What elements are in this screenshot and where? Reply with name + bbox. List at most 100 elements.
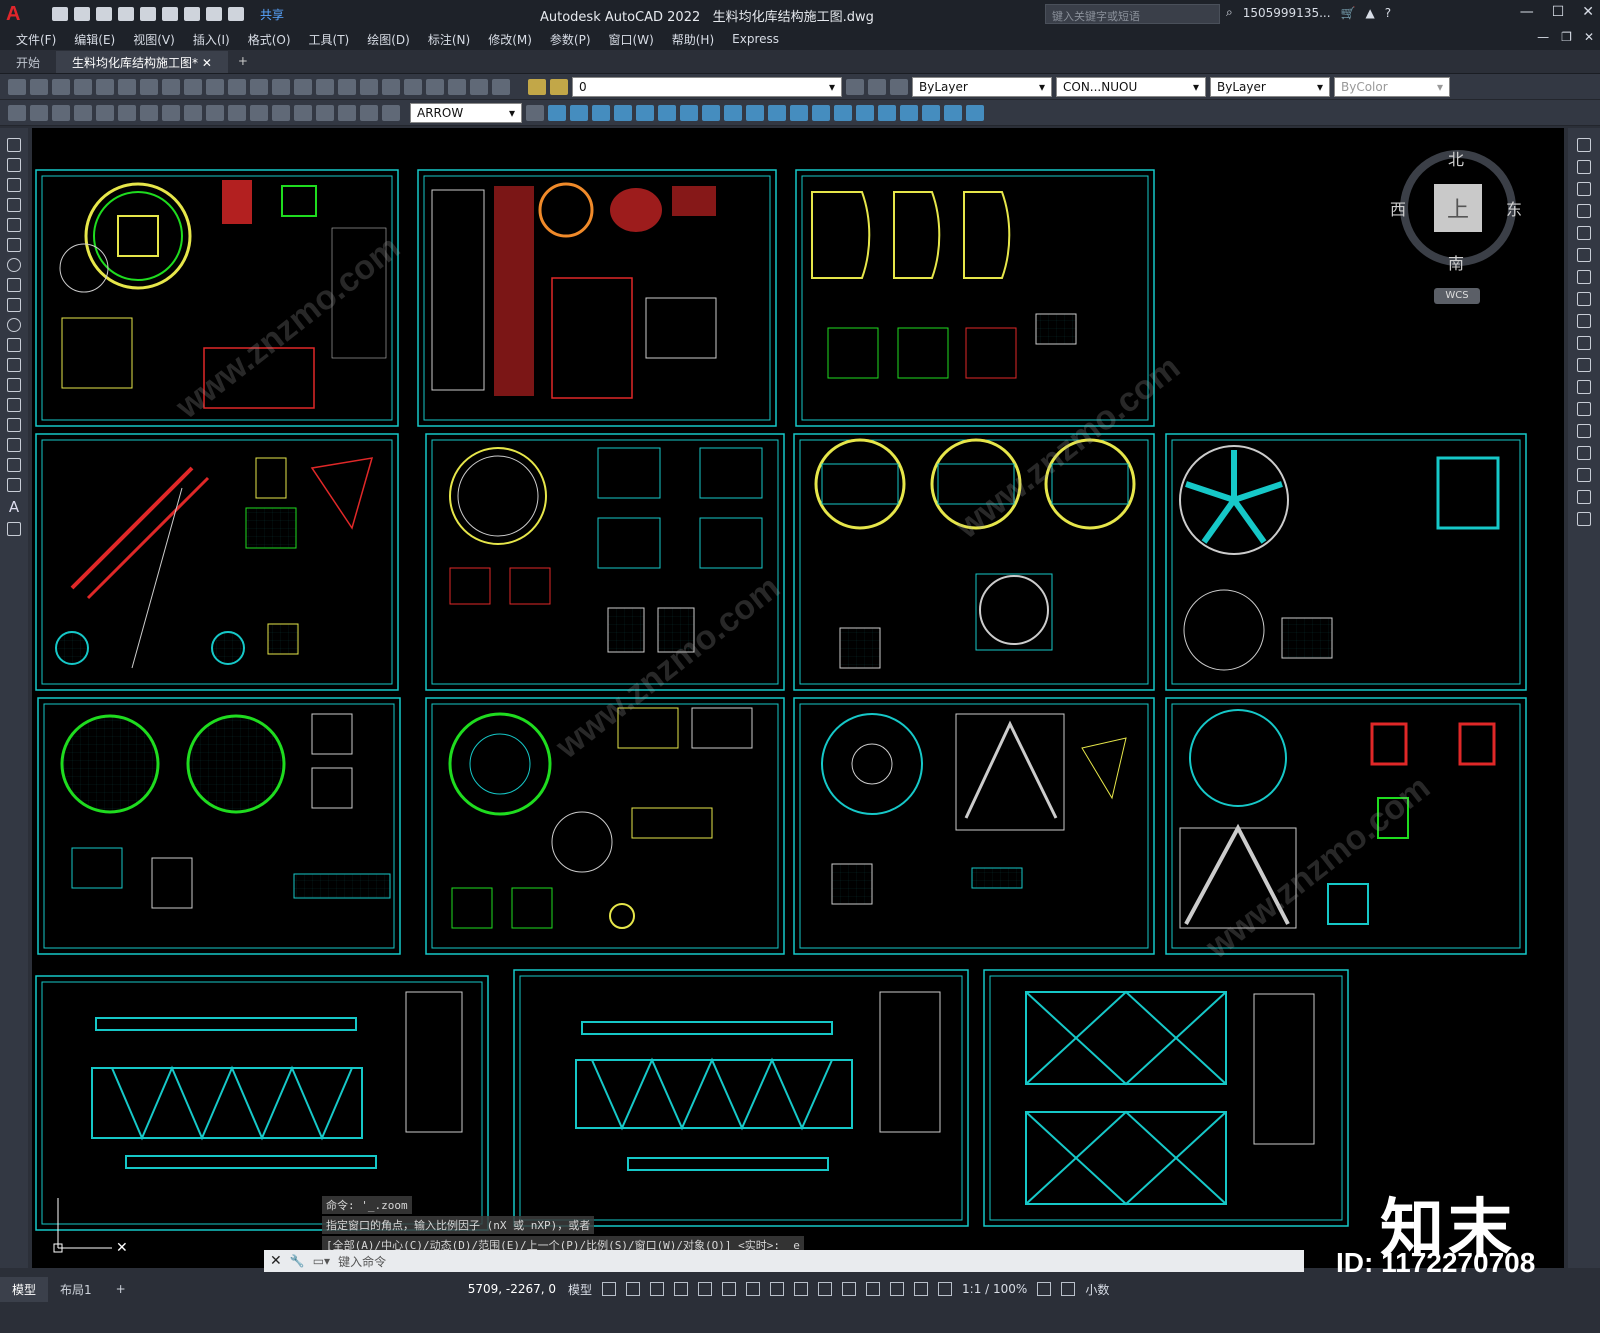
modify-trim-icon[interactable] [724, 104, 742, 121]
polygon-icon[interactable] [7, 198, 21, 212]
command-input[interactable]: 键入命令 [338, 1253, 386, 1270]
tolerance-icon[interactable] [272, 104, 290, 121]
fillet-icon[interactable] [1577, 468, 1591, 482]
wcs-menu[interactable]: WCS [1434, 288, 1480, 304]
viewcube-top-face[interactable]: 上 [1434, 184, 1482, 232]
modify-fillet-icon[interactable] [834, 104, 852, 121]
gizmo-icon[interactable] [890, 1282, 905, 1296]
compass-east[interactable]: 东 [1506, 196, 1522, 220]
auto-scale-icon[interactable] [938, 1282, 953, 1296]
inspection-icon[interactable] [316, 104, 334, 121]
menu-edit[interactable]: 编辑(E) [74, 31, 115, 48]
grid-icon[interactable] [602, 1282, 617, 1296]
modify-scale-icon[interactable] [680, 104, 698, 121]
osnap-icon[interactable] [698, 1282, 713, 1296]
sheet-2[interactable] [417, 169, 777, 427]
print-icon[interactable] [74, 78, 92, 95]
lineweight-dropdown[interactable]: ByLayer ▾ [1210, 76, 1330, 97]
linetype-dropdown[interactable]: CON...NUOU ▾ [1056, 76, 1206, 97]
add-selected-icon[interactable] [7, 522, 21, 536]
scale-icon[interactable] [1577, 292, 1591, 306]
save-icon[interactable] [96, 7, 112, 21]
tab-start[interactable]: 开始 [0, 51, 56, 73]
make-block-icon[interactable] [7, 378, 21, 392]
explode-icon[interactable] [1577, 512, 1591, 526]
sheet-10[interactable] [793, 697, 1155, 955]
open-web-icon[interactable] [140, 7, 156, 21]
new-tab-button[interactable]: + [228, 51, 258, 73]
otrack-icon[interactable] [722, 1282, 737, 1296]
dim-aligned-icon[interactable] [30, 104, 48, 121]
doc-minimize-button[interactable]: — [1537, 30, 1549, 44]
modify-explode-icon[interactable] [856, 104, 874, 121]
dim-update-icon[interactable] [382, 104, 400, 121]
region-icon[interactable] [7, 458, 21, 472]
gradient-icon[interactable] [7, 438, 21, 452]
mtext-icon[interactable]: A [9, 498, 19, 516]
dim-arc-icon[interactable] [52, 104, 70, 121]
sheet-6[interactable] [793, 433, 1155, 691]
mirror-icon[interactable] [1577, 182, 1591, 196]
undo-icon[interactable] [206, 7, 222, 21]
match-prop-icon[interactable] [206, 78, 224, 95]
zoom-previous-icon[interactable] [338, 78, 356, 95]
move-icon[interactable] [1577, 248, 1591, 262]
extend-icon[interactable] [1577, 358, 1591, 372]
modify-mirror-icon[interactable] [570, 104, 588, 121]
modify-stretch-icon[interactable] [702, 104, 720, 121]
copy-object-icon[interactable] [1577, 160, 1591, 174]
rotate-icon[interactable] [1577, 270, 1591, 284]
sheet-7[interactable] [1165, 433, 1527, 691]
dim-linear-icon[interactable] [8, 104, 26, 121]
tab-close-icon[interactable]: ✕ [202, 56, 212, 70]
coordinates-readout[interactable]: 5709, -2267, 0 [468, 1282, 556, 1296]
plotstyle-dropdown[interactable]: ByColor ▾ [1334, 76, 1450, 97]
copy-icon[interactable] [162, 78, 180, 95]
layer-sun-icon[interactable] [550, 78, 568, 95]
model-tab[interactable]: 模型 [0, 1276, 49, 1302]
markup-icon[interactable] [448, 78, 466, 95]
search-icon[interactable]: ⌕ [1226, 5, 1233, 20]
help-icon[interactable]: ? [1385, 6, 1391, 20]
preview-icon[interactable] [96, 78, 114, 95]
selection-filter-icon[interactable] [866, 1282, 881, 1296]
dimstyle-dropdown[interactable]: ARROW ▾ [410, 102, 522, 123]
cart-icon[interactable]: 🛒 [1341, 6, 1356, 20]
wipeout-icon[interactable] [944, 104, 962, 121]
ortho-icon[interactable] [650, 1282, 665, 1296]
stretch-icon[interactable] [1577, 314, 1591, 328]
design-center-icon[interactable] [382, 78, 400, 95]
sheet-3[interactable] [795, 169, 1155, 427]
menu-view[interactable]: 视图(V) [133, 31, 175, 48]
sheet-14[interactable] [983, 969, 1349, 1227]
publish-icon[interactable] [118, 78, 136, 95]
modify-rotate-icon[interactable] [658, 104, 676, 121]
paste-icon[interactable] [184, 78, 202, 95]
menu-insert[interactable]: 插入(I) [193, 31, 230, 48]
blend-icon[interactable] [1577, 490, 1591, 504]
plot-icon[interactable] [184, 7, 200, 21]
menu-window[interactable]: 窗口(W) [609, 31, 654, 48]
modify-extend-icon[interactable] [746, 104, 764, 121]
calculator-icon[interactable] [470, 78, 488, 95]
break-point-icon[interactable] [1577, 380, 1591, 394]
layer-bulb-icon[interactable] [528, 78, 546, 95]
snap-icon[interactable] [626, 1282, 641, 1296]
rectangle-icon[interactable] [7, 218, 21, 232]
hatch-icon[interactable] [7, 418, 21, 432]
annotation-scale[interactable]: 1:1 / 100% [962, 1282, 1027, 1296]
layer-match-icon[interactable] [890, 78, 908, 95]
modify-move-icon[interactable] [636, 104, 654, 121]
autodesk-a360-icon[interactable]: ▲ [1365, 6, 1374, 20]
modify-copy-icon[interactable] [548, 104, 566, 121]
draworder-icon[interactable] [878, 104, 896, 121]
sheet-4[interactable] [35, 433, 399, 691]
user-name[interactable]: 1505999135... [1243, 6, 1331, 20]
annotation-monitor-icon[interactable] [1061, 1282, 1076, 1296]
layer-states-icon[interactable] [846, 78, 864, 95]
new-file-icon[interactable] [52, 7, 68, 21]
modify-chamfer-icon[interactable] [812, 104, 830, 121]
center-mark-icon[interactable] [294, 104, 312, 121]
menu-dimension[interactable]: 标注(N) [428, 31, 470, 48]
undo-icon[interactable] [228, 78, 246, 95]
